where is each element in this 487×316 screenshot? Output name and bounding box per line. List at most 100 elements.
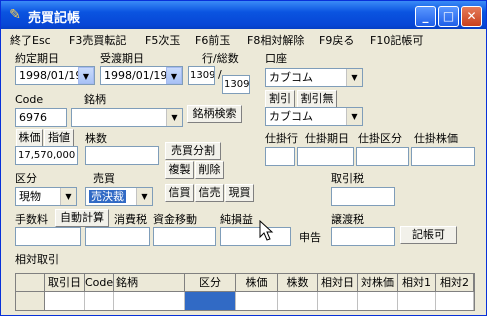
grid-header-category[interactable]: 区分 xyxy=(185,274,236,292)
grid-cell[interactable] xyxy=(318,292,358,310)
shares-field[interactable] xyxy=(85,146,159,165)
shares-label: 株数 xyxy=(85,132,107,145)
pending-price-field[interactable] xyxy=(411,147,475,166)
grid-header-relative-price[interactable]: 対株価 xyxy=(358,274,398,292)
grid-cell[interactable] xyxy=(85,292,114,310)
grid-header-relative2[interactable]: 相対2 xyxy=(436,274,474,292)
delete-button[interactable]: 削除 xyxy=(195,161,224,179)
pending-type-field[interactable] xyxy=(356,147,409,166)
account-value: カブコム xyxy=(269,71,313,84)
code-field[interactable]: 6976 xyxy=(15,108,67,127)
grid-header-relative1[interactable]: 相対1 xyxy=(398,274,436,292)
grid-cell[interactable] xyxy=(278,292,318,310)
account-select[interactable]: カブコム ▼ xyxy=(265,68,363,87)
margin-buy-button[interactable]: 信買 xyxy=(165,184,194,202)
chevron-down-icon: ▼ xyxy=(136,188,152,205)
row-number-field[interactable]: 1309 xyxy=(188,66,215,85)
grid-cell[interactable] xyxy=(436,292,474,310)
contract-date-select[interactable]: 1998/01/19 ▼ xyxy=(15,66,95,85)
grid-header-shares[interactable]: 株数 xyxy=(278,274,318,292)
chevron-down-icon: ▼ xyxy=(346,108,362,125)
stock-search-button[interactable]: 銘柄検索 xyxy=(187,105,242,123)
stock-name-label: 銘柄 xyxy=(84,93,106,106)
pending-date-label: 仕掛期日 xyxy=(305,132,349,145)
pending-type-label: 仕掛区分 xyxy=(358,132,402,145)
auto-calc-button[interactable]: 自動計算 xyxy=(55,209,109,227)
fee-label: 手数料 xyxy=(15,213,48,226)
grid-header-code[interactable]: Code xyxy=(85,274,114,292)
grid-cell[interactable] xyxy=(45,292,85,310)
pending-row-label: 仕掛行 xyxy=(265,132,298,145)
fund-transfer-field[interactable] xyxy=(153,227,216,246)
grid-cell[interactable] xyxy=(358,292,398,310)
buy-sell-label: 売買 xyxy=(93,172,115,185)
grid-cell-selected[interactable] xyxy=(185,292,236,310)
copy-button[interactable]: 複製 xyxy=(165,161,194,179)
total-count-field[interactable]: 1309 xyxy=(222,75,250,94)
menu-exit[interactable]: 終了Esc xyxy=(10,32,51,48)
chevron-down-icon: ▼ xyxy=(166,109,182,126)
fund-transfer-label: 資金移動 xyxy=(153,213,197,226)
buy-sell-value: 売決裁 xyxy=(89,190,126,203)
net-pl-label: 純損益 xyxy=(220,213,253,226)
buy-sell-select[interactable]: 売決裁 ▼ xyxy=(85,187,153,206)
row-total-label: 行/総数 xyxy=(202,52,239,65)
price-field[interactable]: 17,570,000 xyxy=(15,146,78,165)
grid-header-relative-date[interactable]: 相対日 xyxy=(318,274,358,292)
delivery-date-label: 受渡期日 xyxy=(100,52,144,65)
margin-none-button[interactable]: 割引無 xyxy=(297,90,337,108)
code-label: Code xyxy=(15,93,44,106)
transfer-tax-field[interactable] xyxy=(331,227,395,246)
consumption-tax-field[interactable] xyxy=(85,227,150,246)
contract-date-value: 1998/01/19 xyxy=(19,69,83,82)
pending-price-label: 仕掛株価 xyxy=(414,132,458,145)
limit-button[interactable]: 指値 xyxy=(44,129,74,147)
contract-date-label: 約定期日 xyxy=(15,52,59,65)
grid-cell[interactable] xyxy=(114,292,185,310)
mouse-cursor-icon xyxy=(259,220,274,241)
menu-record[interactable]: F10記帳可 xyxy=(370,32,423,48)
margin-account-value: カブコム xyxy=(269,110,313,123)
close-button[interactable]: ✕ xyxy=(461,6,482,27)
minimize-button[interactable]: _ xyxy=(415,6,436,27)
category-select[interactable]: 現物 ▼ xyxy=(15,187,77,206)
category-value: 現物 xyxy=(19,190,41,203)
record-button[interactable]: 記帳可 xyxy=(400,226,457,244)
menu-transfer[interactable]: F3売買転記 xyxy=(69,32,126,48)
net-pl-field[interactable] xyxy=(220,227,291,246)
menu-back[interactable]: F9戻る xyxy=(319,32,354,48)
margin-sell-button[interactable]: 信売 xyxy=(195,184,224,202)
grid-row-header[interactable] xyxy=(16,292,45,310)
fee-field[interactable] xyxy=(15,227,81,246)
stock-name-select[interactable]: ▼ xyxy=(71,108,183,127)
split-trade-button[interactable]: 売買分割 xyxy=(165,142,221,160)
trade-tax-label: 取引税 xyxy=(331,172,364,185)
chevron-down-icon: ▼ xyxy=(78,67,94,84)
pending-date-field[interactable] xyxy=(297,147,354,166)
maximize-button[interactable]: □ xyxy=(438,6,459,27)
delivery-date-value: 1998/01/19 xyxy=(104,69,168,82)
margin-button[interactable]: 割引 xyxy=(265,90,295,108)
spot-buy-button[interactable]: 現買 xyxy=(225,184,254,202)
chevron-down-icon: ▼ xyxy=(346,69,362,86)
account-label: 口座 xyxy=(265,52,287,65)
report-label: 申告 xyxy=(299,231,321,244)
grid-header-trade-date[interactable]: 取引日 xyxy=(45,274,85,292)
menu-prev[interactable]: F6前玉 xyxy=(195,32,230,48)
menu-release[interactable]: F8相対解除 xyxy=(247,32,304,48)
transfer-tax-label: 譲渡税 xyxy=(331,213,364,226)
title-bar: ✎ 売買記帳 _ □ ✕ xyxy=(1,1,486,29)
consumption-tax-label: 消費税 xyxy=(114,213,147,226)
delivery-date-select[interactable]: 1998/01/19 ▼ xyxy=(100,66,183,85)
menu-next[interactable]: F5次玉 xyxy=(145,32,180,48)
grid-cell[interactable] xyxy=(398,292,436,310)
trade-tax-field[interactable] xyxy=(331,187,395,206)
grid-cell[interactable] xyxy=(236,292,278,310)
grid-header-stock-name[interactable]: 銘柄 xyxy=(114,274,185,292)
margin-account-select[interactable]: カブコム ▼ xyxy=(265,107,363,126)
pending-row-field[interactable] xyxy=(265,147,295,166)
grid-header-price[interactable]: 株価 xyxy=(236,274,278,292)
price-button[interactable]: 株価 xyxy=(16,129,43,147)
relative-trade-grid[interactable]: 取引日 Code 銘柄 区分 株価 株数 相対日 対株価 相対1 相対2 xyxy=(15,273,475,311)
menu-bar: 終了Esc F3売買転記 F5次玉 F6前玉 F8相対解除 F9戻る F10記帳… xyxy=(1,30,486,48)
